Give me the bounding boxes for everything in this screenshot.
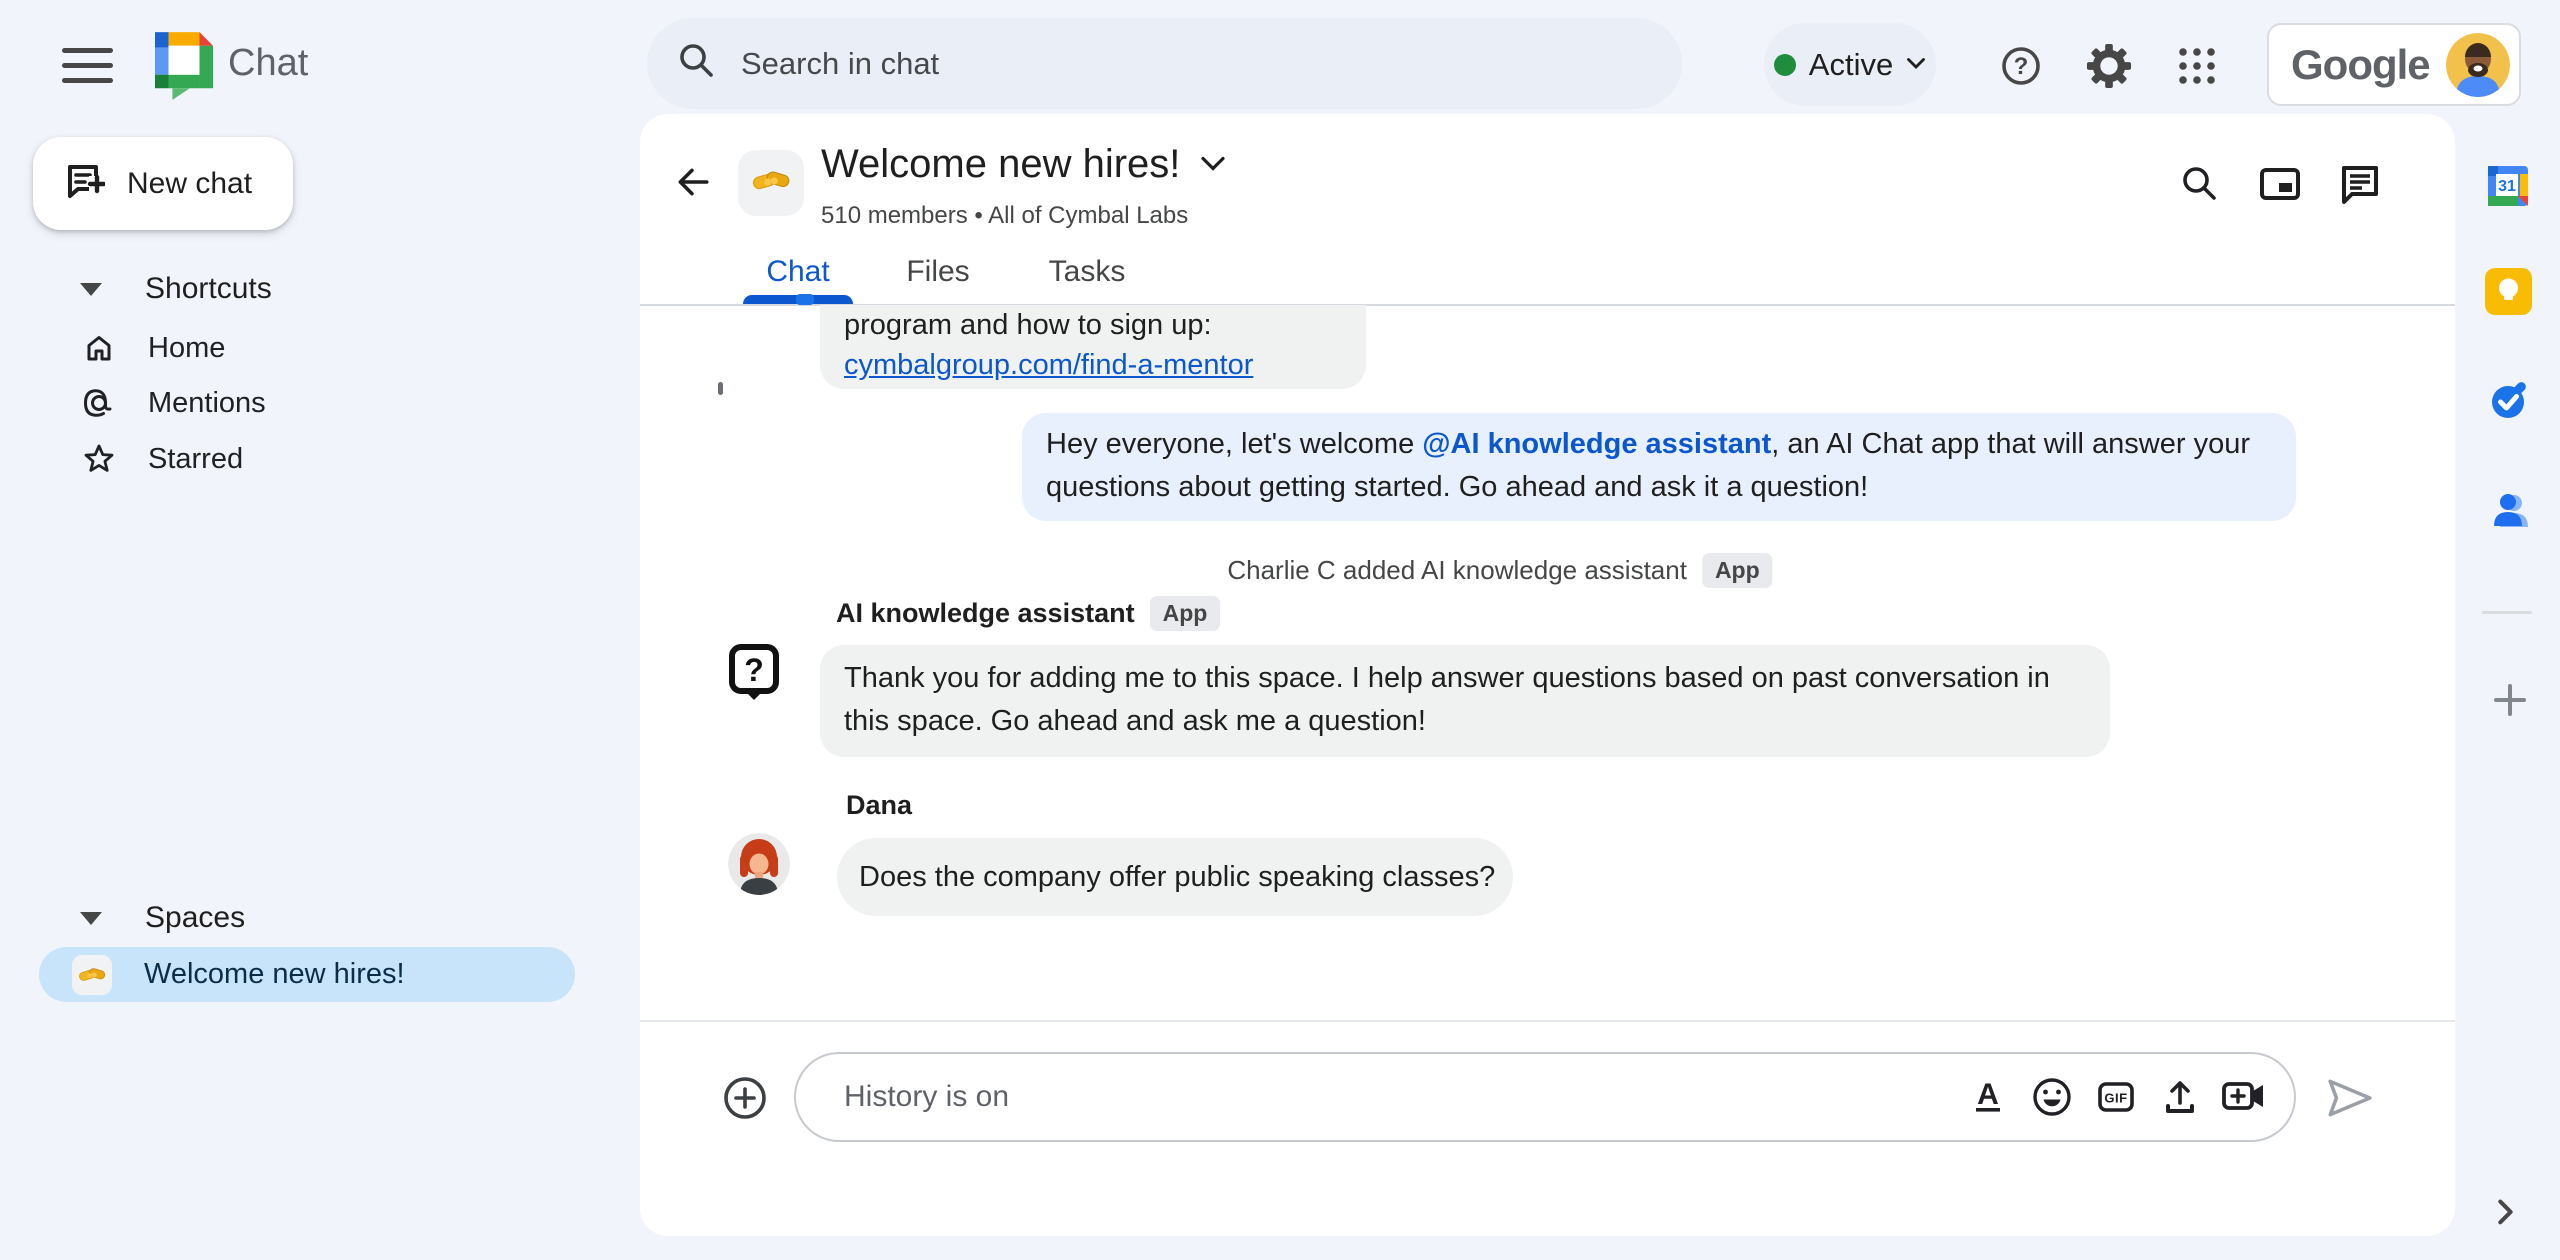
svg-text:?: ? — [2014, 53, 2029, 80]
search-bar[interactable] — [647, 18, 1682, 109]
upload-button[interactable] — [2148, 1065, 2212, 1129]
main-menu-button[interactable] — [56, 42, 120, 88]
sidebar-item-home[interactable]: Home — [40, 320, 600, 376]
composer-divider — [640, 1020, 2455, 1022]
handshake-emoji-icon — [750, 160, 792, 207]
message-bubble-clipped: program and how to sign up: cymbalgroup.… — [820, 305, 1366, 389]
send-button[interactable] — [2325, 1076, 2375, 1120]
tasks-sidepanel-button[interactable] — [2486, 378, 2532, 424]
message-bubble-dana: Does the company offer public speaking c… — [837, 838, 1513, 916]
sidebar-item-mentions[interactable]: Mentions — [40, 375, 600, 431]
chevron-down-icon — [1906, 57, 1926, 73]
new-chat-icon — [65, 162, 107, 205]
help-button[interactable]: ? — [1999, 44, 2043, 88]
sender-name: AI knowledge assistant — [836, 598, 1135, 628]
svg-text:GIF: GIF — [2104, 1091, 2127, 1106]
availability-status-button[interactable]: Active — [1764, 23, 1936, 106]
shortcuts-collapse-toggle[interactable] — [80, 283, 102, 296]
conversation-panel: Welcome new hires! 510 members • All of … — [640, 114, 2455, 1236]
space-title-menu[interactable]: Welcome new hires! — [821, 142, 1226, 187]
google-wordmark: Google — [2291, 40, 2431, 88]
picture-in-picture-button[interactable] — [2257, 161, 2303, 207]
emoji-button[interactable] — [2020, 1065, 2084, 1129]
system-message-text: Charlie C added AI knowledge assistant — [1227, 555, 1687, 585]
message-bubble-ai: Thank you for adding me to this space. I… — [820, 645, 2110, 757]
space-title: Welcome new hires! — [821, 142, 1181, 186]
clipped-element — [796, 294, 814, 305]
threads-button[interactable] — [2337, 161, 2383, 207]
handshake-emoji-icon — [72, 954, 112, 995]
message-bubble-own: Hey everyone, let's welcome @AI knowledg… — [1022, 413, 2296, 521]
svg-text:?: ? — [744, 652, 764, 688]
sender-row: AI knowledge assistant App — [836, 596, 1221, 631]
mention-link[interactable]: @AI knowledge assistant — [1422, 428, 1771, 460]
search-in-space-button[interactable] — [2177, 161, 2223, 207]
dana-avatar — [728, 833, 790, 895]
space-subtitle: 510 members • All of Cymbal Labs — [821, 202, 1189, 229]
message-link[interactable]: cymbalgroup.com/find-a-mentor — [844, 349, 1253, 381]
app-title: Chat — [228, 42, 309, 84]
calendar-sidepanel-button[interactable]: 31 — [2484, 162, 2532, 210]
gif-button[interactable]: GIF — [2084, 1065, 2148, 1129]
clipped-avatar-sliver — [718, 382, 723, 395]
message-text: Hey everyone, let's welcome — [1046, 428, 1423, 460]
tab-chat[interactable]: Chat — [738, 248, 858, 296]
tab-tasks[interactable]: Tasks — [1022, 248, 1152, 296]
message-composer[interactable]: A GIF — [794, 1052, 2296, 1142]
at-mention-icon — [82, 386, 116, 420]
sidebar-item-starred[interactable]: Starred — [40, 431, 600, 487]
message-text: program and how to sign up: — [844, 309, 1212, 341]
chevron-down-icon — [1200, 155, 1226, 175]
svg-text:31: 31 — [2498, 178, 2516, 195]
compose-add-button[interactable] — [723, 1076, 767, 1120]
settings-button[interactable] — [2086, 43, 2132, 89]
app-badge: App — [1149, 596, 1221, 631]
get-addons-button[interactable] — [2490, 680, 2530, 720]
user-avatar[interactable] — [2446, 32, 2510, 97]
sender-row: Dana — [846, 790, 912, 821]
question-bubble-icon: ? — [728, 644, 780, 707]
spaces-collapse-toggle[interactable] — [80, 912, 102, 925]
contacts-sidepanel-button[interactable] — [2486, 488, 2532, 534]
back-button[interactable] — [670, 160, 716, 206]
home-icon — [82, 332, 116, 364]
sidebar-space-welcome-new-hires[interactable]: Welcome new hires! — [39, 947, 575, 1002]
search-icon — [677, 41, 717, 86]
spaces-section-header: Spaces — [145, 901, 246, 934]
ai-assistant-avatar: ? — [728, 643, 780, 708]
message-input[interactable] — [842, 1079, 1956, 1115]
space-avatar — [738, 150, 804, 216]
keep-sidepanel-button[interactable] — [2485, 268, 2532, 315]
google-apps-button[interactable] — [2176, 45, 2218, 87]
search-input[interactable] — [739, 44, 1652, 83]
system-message: Charlie C added AI knowledge assistant A… — [1227, 553, 1773, 588]
status-label: Active — [1808, 46, 1894, 82]
new-chat-label: New chat — [127, 166, 253, 200]
status-dot-green — [1773, 53, 1796, 76]
new-chat-button[interactable]: New chat — [33, 137, 293, 230]
star-icon — [82, 443, 116, 475]
right-rail-divider — [2482, 611, 2532, 614]
app-badge: App — [1701, 553, 1773, 588]
space-name: Welcome new hires! — [144, 958, 405, 990]
sender-name: Dana — [846, 790, 913, 820]
shortcuts-section-header: Shortcuts — [145, 272, 272, 305]
text-format-button[interactable]: A — [1956, 1065, 2020, 1129]
google-chat-logo-icon — [155, 32, 213, 105]
google-account-chip[interactable]: Google — [2267, 23, 2521, 106]
svg-text:A: A — [1977, 1078, 1999, 1111]
video-meeting-button[interactable] — [2212, 1065, 2276, 1129]
collapse-panel-button[interactable] — [2484, 1190, 2526, 1232]
tab-files[interactable]: Files — [878, 248, 998, 296]
